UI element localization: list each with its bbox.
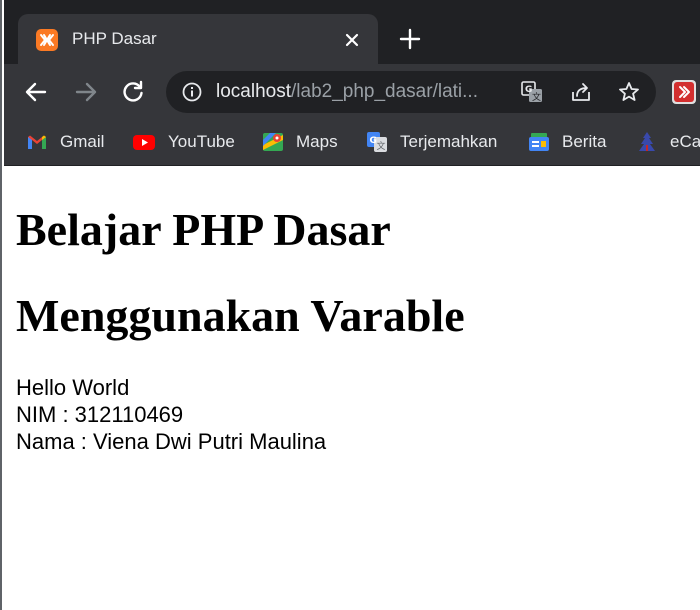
tab-php-dasar[interactable]: PHP Dasar [18,14,378,64]
info-icon[interactable] [182,82,202,102]
translate-page-icon[interactable]: G 文 [520,80,544,104]
svg-text:文: 文 [377,140,386,152]
bookmark-label: Terjemahkan [400,132,498,151]
forward-arrow-icon[interactable] [72,78,100,106]
ecampus-icon [636,131,658,153]
bookmark-terjemahkan[interactable]: G 文 Terjemahkan [366,130,497,154]
bookmark-star-icon[interactable] [617,80,641,104]
svg-text:文: 文 [532,91,541,103]
gmail-icon [26,131,48,153]
bookmark-gmail[interactable]: Gmail [26,130,104,154]
url-text[interactable]: localhost/lab2_php_dasar/lati... [216,81,506,103]
close-tab-icon[interactable] [340,28,364,52]
text-line: NIM : 312110469 [16,402,184,427]
address-bar[interactable]: localhost/lab2_php_dasar/lati... G 文 [166,71,656,113]
bookmark-label: Berita [562,132,607,151]
reload-icon[interactable] [119,78,147,106]
bookmark-label: eCar [670,132,700,151]
url-host: localhost [216,81,291,102]
page-heading: Belajar PHP Dasar [16,204,391,255]
xampp-icon [36,29,58,51]
bookmark-berita[interactable]: Berita [528,130,606,154]
bookmark-ecampus[interactable]: eCar [636,130,700,154]
extension-icon[interactable] [672,80,696,104]
browser-window: PHP Dasar localhost/lab2_php_dasar/lati.… [0,0,700,610]
text-line: Hello World [16,375,130,400]
bookmark-label: Maps [296,132,338,151]
plus-icon[interactable] [397,26,423,52]
bookmarks-bar: Gmail YouTube Maps G 文 Terjemahkan Berit… [4,120,700,166]
tab-strip: PHP Dasar [4,0,700,64]
page-content: Belajar PHP Dasar Menggunakan Varable He… [4,167,700,610]
translate-icon: G 文 [366,131,388,153]
bookmark-label: Gmail [60,132,105,151]
bookmark-label: YouTube [168,132,235,151]
youtube-icon [132,131,156,153]
page-subheading: Menggunakan Varable [16,290,465,341]
tab-title: PHP Dasar [72,29,157,48]
toolbar: localhost/lab2_php_dasar/lati... G 文 [4,64,700,120]
share-icon[interactable] [569,80,593,104]
back-arrow-icon[interactable] [22,78,50,106]
maps-icon [262,131,284,153]
text-line: Nama : Viena Dwi Putri Maulina [16,429,327,454]
bookmark-youtube[interactable]: YouTube [132,130,235,154]
url-path: /lab2_php_dasar/lati... [291,81,478,102]
bookmark-maps[interactable]: Maps [262,130,338,154]
news-icon [528,131,550,153]
